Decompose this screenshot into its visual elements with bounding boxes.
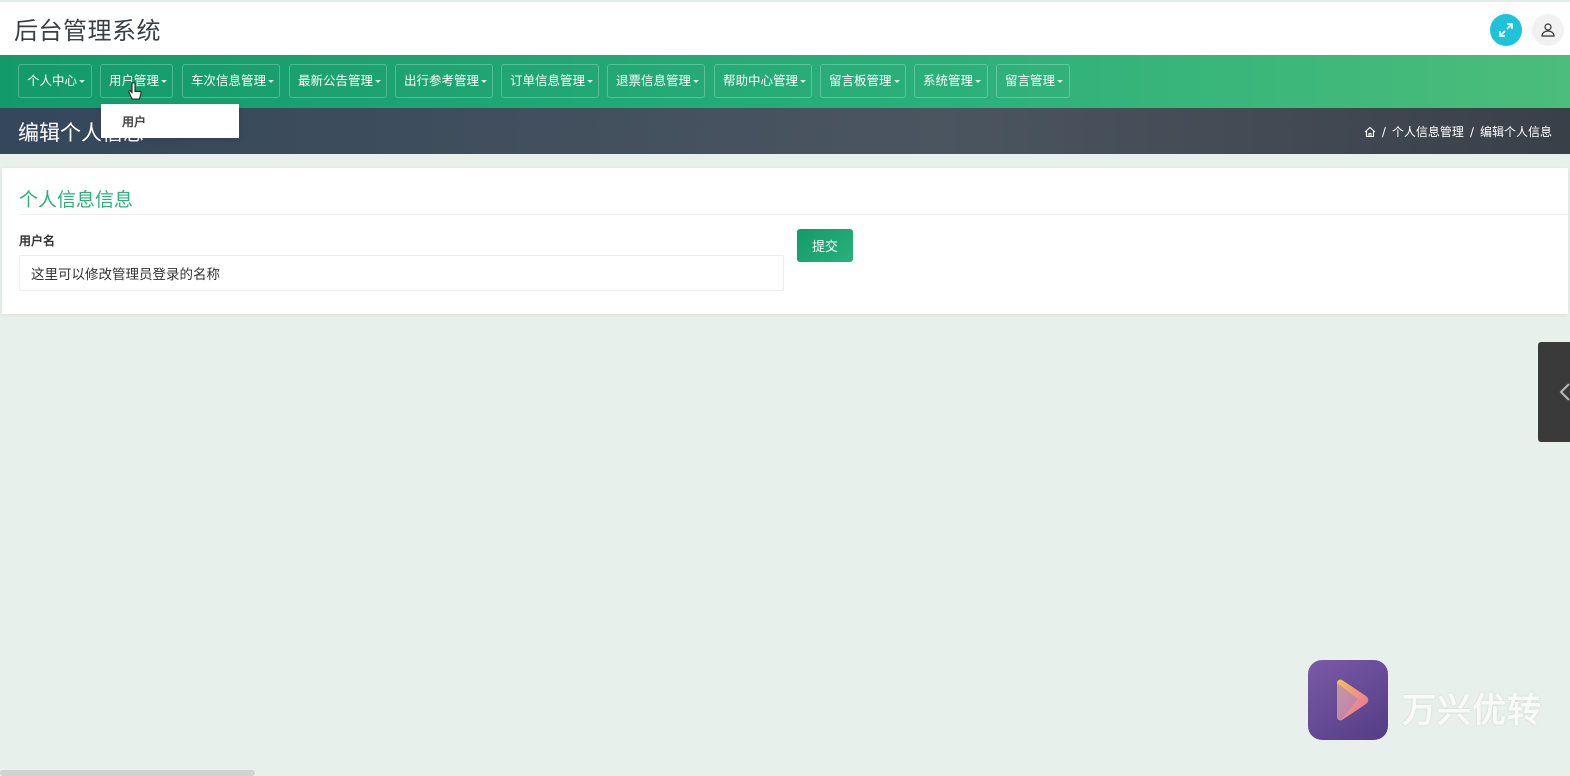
app-title: 后台管理系统 [14, 17, 161, 45]
user-menu-button[interactable] [1532, 14, 1564, 46]
caret-down-icon [481, 80, 488, 83]
caret-down-icon [587, 80, 594, 83]
nav-item-train-info[interactable]: 车次信息管理 [182, 64, 280, 98]
breadcrumb-separator: / [1469, 124, 1474, 139]
side-panel-toggle[interactable] [1538, 342, 1570, 442]
fullscreen-button[interactable] [1490, 14, 1522, 46]
expand-icon [1499, 23, 1513, 37]
profile-form-card: 个人信息信息 用户名 提交 [2, 168, 1568, 314]
nav-item-personal-center[interactable]: 个人中心 [18, 64, 92, 98]
top-bar: 后台管理系统 [0, 0, 1570, 55]
nav-item-refunds[interactable]: 退票信息管理 [607, 64, 705, 98]
nav-item-messages[interactable]: 留言管理 [996, 64, 1070, 98]
breadcrumb-separator: / [1381, 124, 1386, 139]
nav-item-help-center[interactable]: 帮助中心管理 [714, 64, 812, 98]
caret-down-icon [975, 80, 982, 83]
caret-down-icon [268, 80, 275, 83]
breadcrumb: / 个人信息管理 / 编辑个人信息 [1364, 123, 1552, 140]
horizontal-scrollbar[interactable] [0, 770, 255, 776]
caret-down-icon [800, 80, 807, 83]
caret-down-icon [161, 80, 168, 83]
hand-cursor-icon [128, 82, 142, 100]
breadcrumb-item-edit-profile: 编辑个人信息 [1479, 125, 1552, 139]
user-management-dropdown: 用户 [101, 104, 239, 138]
caret-down-icon [375, 80, 382, 83]
breadcrumb-item-profile-management[interactable]: 个人信息管理 [1392, 123, 1464, 140]
caret-down-icon [693, 80, 700, 83]
nav-item-orders[interactable]: 订单信息管理 [501, 64, 599, 98]
watermark-text: 万兴优转 [1402, 691, 1542, 731]
nav-item-system[interactable]: 系统管理 [914, 64, 988, 98]
caret-down-icon [79, 80, 86, 83]
submit-button[interactable]: 提交 [797, 229, 853, 262]
watermark-logo [1308, 660, 1388, 740]
nav-item-travel-reference[interactable]: 出行参考管理 [395, 64, 493, 98]
home-icon[interactable] [1364, 126, 1376, 138]
chevron-left-icon [1559, 383, 1570, 401]
caret-down-icon [1057, 80, 1064, 83]
play-logo-icon [1337, 679, 1369, 721]
section-divider [19, 214, 1568, 215]
dropdown-item-user[interactable]: 用户 [122, 113, 146, 130]
section-title: 个人信息信息 [19, 189, 134, 211]
nav-item-message-board[interactable]: 留言板管理 [820, 64, 906, 98]
nav-item-announcements[interactable]: 最新公告管理 [289, 64, 387, 98]
caret-down-icon [893, 80, 900, 83]
username-input[interactable] [19, 255, 784, 291]
username-label: 用户名 [19, 234, 56, 248]
main-nav: 个人中心 用户管理 车次信息管理 最新公告管理 出行参考管理 订单信息管理 退票… [0, 55, 1570, 108]
user-icon [1541, 23, 1555, 37]
